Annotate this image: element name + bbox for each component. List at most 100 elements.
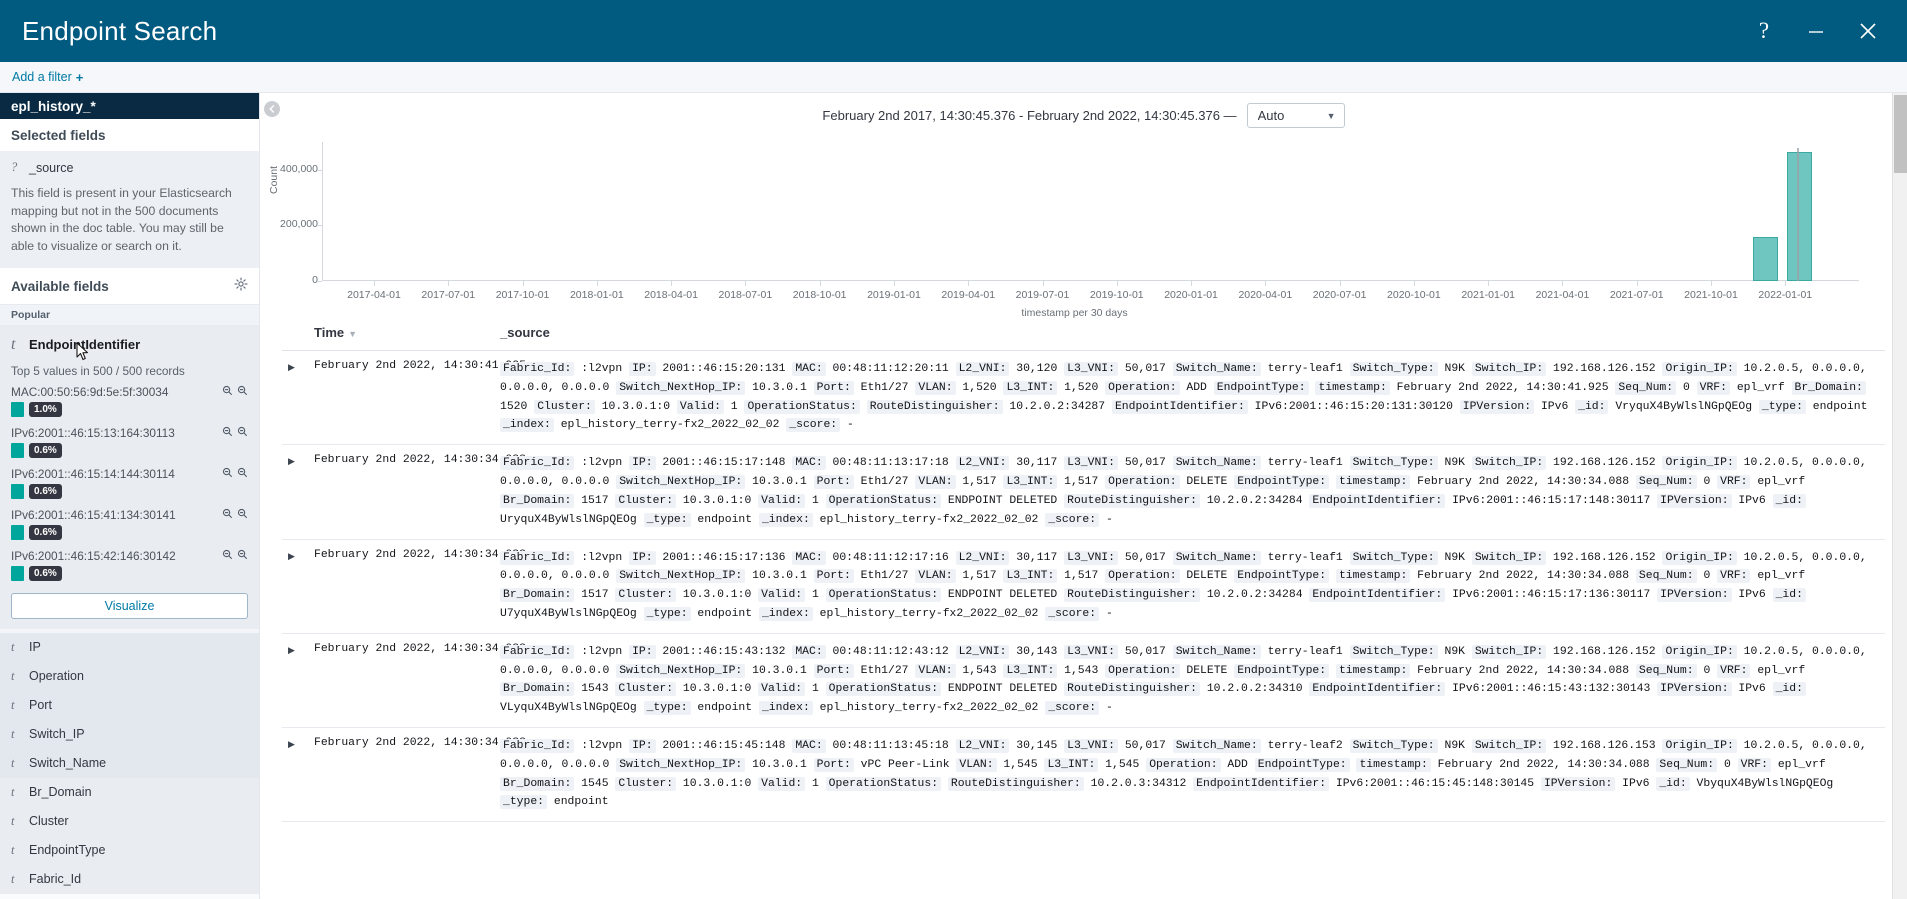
expand-cell[interactable]: ▶ xyxy=(282,350,308,446)
table-row[interactable]: ▶ February 2nd 2022, 14:30:34.088 Fabric_I… xyxy=(282,539,1885,634)
source-field-value: :l2vpn xyxy=(581,645,623,658)
source-field-value: IPv6 xyxy=(1738,683,1766,696)
filter-out-value-icon[interactable] xyxy=(237,426,248,440)
expand-cell[interactable]: ▶ xyxy=(282,444,308,540)
source-field-key: _id: xyxy=(1772,493,1806,508)
sidebar-field-endpointtype[interactable]: t EndpointType xyxy=(0,836,259,865)
main-scrollbar[interactable] xyxy=(1892,93,1907,899)
source-field-key: Cluster: xyxy=(615,493,677,508)
source-field-key: Operation: xyxy=(1105,569,1180,584)
expand-row-icon[interactable]: ▶ xyxy=(288,643,302,656)
sidebar-field-ip[interactable]: t IP xyxy=(0,632,259,662)
sidebar-field-br_domain[interactable]: t Br_Domain xyxy=(0,778,259,807)
source-field-value: 1 xyxy=(811,683,819,696)
chart-x-tick-label: 2019-01-01 xyxy=(867,289,921,301)
sidebar-field-switch_name[interactable]: t Switch_Name xyxy=(0,748,259,778)
add-filter-button[interactable]: Add a filter + xyxy=(12,70,83,85)
filter-out-value-icon[interactable] xyxy=(237,385,248,399)
top-value-label: IPv6:2001::46:15:41:134:30141 xyxy=(11,507,176,522)
chart-bar[interactable] xyxy=(1753,236,1779,281)
filter-out-value-icon[interactable] xyxy=(237,467,248,481)
table-row[interactable]: ▶ February 2nd 2022, 14:30:34.088 Fabric_I… xyxy=(282,727,1885,823)
time-column-label: Time xyxy=(314,325,345,340)
source-field-value: IPv6 xyxy=(1738,589,1766,602)
source-field-key: Switch_Name: xyxy=(1172,739,1261,753)
filter-for-value-icon[interactable] xyxy=(222,426,233,440)
source-field-value: 0 xyxy=(1682,381,1690,394)
sidebar-field-cluster[interactable]: t Cluster xyxy=(0,807,259,836)
time-cell: February 2nd 2022, 14:30:41.925 xyxy=(308,350,526,446)
expand-row-icon[interactable]: ▶ xyxy=(288,737,302,750)
source-field-value: IPv6:2001::46:15:17:136:30117 xyxy=(1452,589,1651,602)
time-column-header[interactable]: Time ▼ xyxy=(308,319,494,351)
sidebar-field-port[interactable]: t Port xyxy=(0,690,259,720)
source-field-value: 10.3.0.1:0 xyxy=(601,400,671,413)
help-icon[interactable]: ? xyxy=(1751,18,1777,44)
top-value-row: IPv6:2001::46:15:14:144:30114 xyxy=(11,467,248,481)
filter-for-value-icon[interactable] xyxy=(222,385,233,399)
source-field-value: February 2nd 2022, 14:30:34.088 xyxy=(1417,476,1630,489)
top-value-percent: 0.6% xyxy=(29,524,62,540)
source-field-key: EndpointIdentifier: xyxy=(1111,399,1248,414)
expand-row-icon[interactable]: ▶ xyxy=(288,454,302,467)
filter-out-value-icon[interactable] xyxy=(237,508,248,522)
sidebar-field-switch_ip[interactable]: t Switch_IP xyxy=(0,719,259,749)
visualize-button[interactable]: Visualize xyxy=(11,592,248,619)
source-field-key: Fabric_Id: xyxy=(500,550,575,565)
source-field-value: February 2nd 2022, 14:30:41.925 xyxy=(1396,381,1609,394)
expand-cell[interactable]: ▶ xyxy=(282,727,308,823)
minimize-icon[interactable] xyxy=(1803,18,1829,44)
filter-for-value-icon[interactable] xyxy=(222,467,233,481)
field-type-icon: t xyxy=(11,726,15,741)
chart-plot-area[interactable]: Count timestamp per 30 days 0 200,000 400,… xyxy=(260,134,1889,319)
expand-row-icon[interactable]: ▶ xyxy=(288,549,302,562)
source-column-header[interactable]: _source xyxy=(494,319,1885,351)
main-scrollbar-thumb[interactable] xyxy=(1894,95,1907,173)
source-field-value: IPv6 xyxy=(1622,777,1650,790)
sort-caret-icon[interactable]: ▼ xyxy=(348,329,357,339)
source-field-value: endpoint xyxy=(553,796,609,809)
index-pattern-selector[interactable]: epl_history_* xyxy=(0,93,259,119)
source-field-value: ADD xyxy=(1186,381,1207,394)
selected-field-source[interactable]: ? _source xyxy=(11,157,248,178)
chart-y-axis xyxy=(322,142,323,281)
source-field-key: EndpointType: xyxy=(1234,663,1330,678)
collapse-sidebar-icon[interactable] xyxy=(264,101,280,117)
source-field-value: 1543 xyxy=(581,683,609,696)
filter-out-value-icon[interactable] xyxy=(237,549,248,563)
source-field-value: 10.3.0.1 xyxy=(752,758,807,771)
interval-select[interactable]: AutoMillisecondSecondMinuteHourlyDailyWe… xyxy=(1246,103,1345,128)
source-field-key: timestamp: xyxy=(1335,663,1411,678)
expand-row-icon[interactable]: ▶ xyxy=(288,360,302,373)
table-row[interactable]: ▶ February 2nd 2022, 14:30:34.088 Fabric_I… xyxy=(282,444,1885,540)
filter-for-value-icon[interactable] xyxy=(222,549,233,563)
interval-selector[interactable]: AutoMillisecondSecondMinuteHourlyDailyWe… xyxy=(1246,103,1345,128)
sidebar: epl_history_* Selected fields ? _source … xyxy=(0,93,260,899)
chart-x-tick-label: 2019-07-01 xyxy=(1015,289,1070,301)
chart-bar[interactable] xyxy=(1787,151,1813,281)
source-field-value: VryquX4ByWlslNGpQEOg xyxy=(1615,400,1753,413)
chart-x-tick-label: 2019-10-01 xyxy=(1089,289,1144,301)
source-field-key: Operation: xyxy=(1105,475,1180,490)
field-type-icon: t xyxy=(11,697,15,712)
source-field-key: Switch_IP: xyxy=(1471,362,1547,376)
sidebar-field-operation[interactable]: t Operation xyxy=(0,661,259,691)
table-row[interactable]: ▶ February 2nd 2022, 14:30:41.925 Fabric_I… xyxy=(282,350,1885,446)
chart-hover-line xyxy=(1797,147,1800,281)
source-field-value: 1,520 xyxy=(962,381,997,394)
filter-for-value-icon[interactable] xyxy=(222,508,233,522)
field-endpointidentifier[interactable]: t EndpointIdentifier xyxy=(11,332,248,360)
source-field-value: 1 xyxy=(811,777,819,790)
expand-cell[interactable]: ▶ xyxy=(282,539,308,634)
source-field-value: IPv6:2001::46:15:17:148:30117 xyxy=(1452,494,1651,507)
top-value-label: IPv6:2001::46:15:13:164:30113 xyxy=(11,425,175,440)
expand-cell[interactable]: ▶ xyxy=(282,633,308,729)
sidebar-field-fabric_id[interactable]: t Fabric_Id xyxy=(0,865,259,894)
source-field-key: Fabric_Id: xyxy=(500,362,575,376)
table-row[interactable]: ▶ February 2nd 2022, 14:30:34.088 Fabric_I… xyxy=(282,633,1885,729)
top-value-bar xyxy=(11,442,24,458)
top-value-label: MAC:00:50:56:9d:5e:5f:30034 xyxy=(11,384,169,399)
source-field-value: terry-leaf2 xyxy=(1267,740,1343,752)
close-icon[interactable] xyxy=(1855,18,1881,44)
gear-icon[interactable] xyxy=(234,277,248,296)
